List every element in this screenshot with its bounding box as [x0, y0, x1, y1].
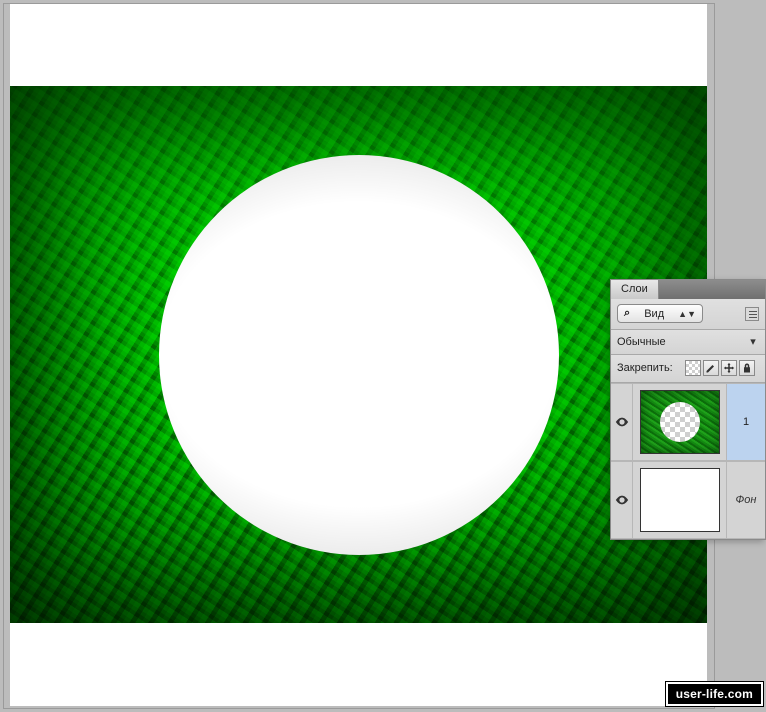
lock-pixels-button[interactable] — [703, 360, 719, 376]
view-dropdown-label: Вид — [644, 308, 664, 320]
blend-mode-dropdown[interactable]: Обычные — [617, 336, 686, 348]
lock-row: Закрепить: — [611, 355, 765, 383]
view-dropdown[interactable]: ⌕ Вид ▲▼ — [617, 304, 703, 323]
chevron-updown-icon: ▲▼ — [678, 309, 696, 319]
tab-layers[interactable]: Слои — [611, 280, 659, 299]
chevron-down-icon: ▾ — [747, 335, 759, 348]
grass-image — [10, 86, 707, 623]
workspace — [3, 3, 715, 709]
lock-position-button[interactable] — [721, 360, 737, 376]
panel-menu-icon[interactable] — [745, 307, 759, 321]
visibility-toggle[interactable] — [611, 462, 633, 538]
circle-cutout — [159, 155, 559, 555]
lock-all-button[interactable] — [739, 360, 755, 376]
panel-tabs: Слои — [611, 280, 765, 299]
visibility-toggle[interactable] — [611, 384, 633, 460]
blend-row: Обычные ▾ — [611, 330, 765, 355]
lock-transparency-button[interactable] — [685, 360, 701, 376]
view-row: ⌕ Вид ▲▼ — [611, 299, 765, 330]
layers-list: 1 Фон — [611, 383, 765, 539]
layers-panel: Слои ⌕ Вид ▲▼ Обычные ▾ Закрепить: — [610, 279, 766, 540]
layer-row[interactable]: 1 — [611, 383, 765, 461]
search-icon: ⌕ — [624, 307, 630, 320]
layer-thumbnail[interactable] — [633, 384, 727, 460]
canvas-document[interactable] — [10, 4, 707, 706]
layer-name[interactable]: 1 — [727, 384, 765, 460]
lock-label: Закрепить: — [617, 362, 673, 374]
layer-name[interactable]: Фон — [727, 462, 765, 538]
watermark: user-life.com — [666, 682, 763, 706]
layer-row[interactable]: Фон — [611, 461, 765, 539]
layer-thumbnail[interactable] — [633, 462, 727, 538]
